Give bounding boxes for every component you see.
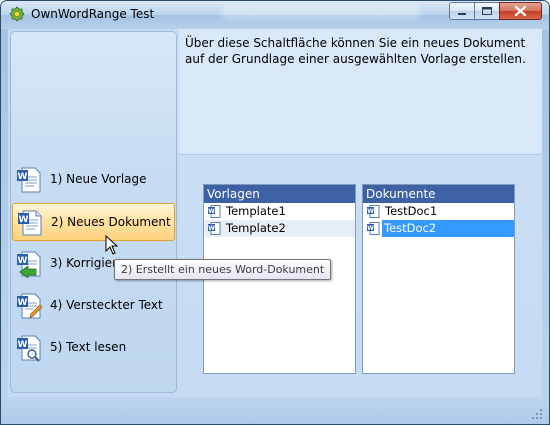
list-item-label: Template2 (226, 221, 286, 235)
close-button[interactable] (499, 2, 542, 20)
description-panel: Über diese Schaltfläche können Sie ein n… (179, 29, 542, 154)
client-area: W 1) Neue Vorlage W 2) Neues Dokument W … (8, 29, 542, 397)
svg-text:W: W (208, 225, 215, 232)
documents-list[interactable]: Dokumente W TestDoc1 W TestDoc2 (362, 184, 515, 374)
word-document-icon: W (17, 167, 41, 193)
templates-header: Vorlagen (204, 185, 355, 203)
window-title: OwnWordRange Test (31, 7, 155, 21)
sidebar-item-label: 5) Text lesen (50, 340, 127, 354)
sidebar-item-versteckter-text[interactable]: W 4) Versteckter Text (12, 287, 175, 325)
sidebar-item-neue-vorlage[interactable]: W 1) Neue Vorlage (12, 161, 175, 199)
svg-text:W: W (18, 340, 28, 350)
minimize-icon (458, 13, 466, 15)
svg-text:W: W (208, 208, 215, 215)
correct-document-icon: W (17, 251, 41, 278)
close-icon (514, 5, 527, 17)
svg-text:W: W (18, 172, 28, 182)
resize-grip-icon[interactable] (531, 408, 543, 420)
svg-text:W: W (367, 208, 374, 215)
status-bar (1, 397, 549, 424)
tooltip: 2) Erstellt ein neues Word-Dokument (114, 259, 332, 280)
description-text: Über diese Schaltfläche können Sie ein n… (185, 36, 526, 66)
list-item-label: TestDoc1 (385, 204, 438, 218)
list-item-selected[interactable]: W TestDoc2 (363, 220, 514, 237)
mouse-cursor-icon (105, 235, 119, 255)
list-item[interactable]: W Template1 (204, 203, 355, 220)
new-document-icon: W (18, 210, 42, 236)
list-item[interactable]: W Template2 (204, 220, 355, 237)
sidebar-item-neues-dokument[interactable]: W 2) Neues Dokument (12, 203, 175, 241)
word-file-icon: W (367, 205, 380, 218)
svg-text:W: W (18, 256, 28, 266)
word-file-icon: W (208, 222, 221, 235)
documents-header: Dokumente (363, 185, 514, 203)
list-item[interactable]: W TestDoc1 (363, 203, 514, 220)
minimize-button[interactable] (449, 2, 475, 20)
svg-text:W: W (19, 215, 29, 225)
read-document-icon: W (17, 335, 41, 362)
maximize-button[interactable] (474, 2, 500, 20)
app-gear-icon (9, 6, 25, 22)
sidebar-item-label: 2) Neues Dokument (51, 215, 171, 229)
list-item-label: Template1 (226, 204, 286, 218)
maximize-icon (482, 7, 492, 15)
sidebar-item-label: 4) Versteckter Text (50, 298, 163, 312)
sidebar-item-label: 1) Neue Vorlage (50, 172, 147, 186)
word-file-icon: W (208, 205, 221, 218)
app-window: OwnWordRange Test W 1) Neue Vorlage W 2)… (0, 0, 550, 425)
title-glow (221, 5, 421, 19)
word-file-icon: W (367, 222, 380, 235)
edit-document-icon: W (17, 293, 42, 319)
sidebar: W 1) Neue Vorlage W 2) Neues Dokument W … (10, 31, 177, 393)
svg-text:W: W (18, 298, 28, 308)
list-item-label: TestDoc2 (382, 220, 514, 237)
sidebar-item-text-lesen[interactable]: W 5) Text lesen (12, 329, 175, 367)
svg-text:W: W (367, 225, 374, 232)
title-bar[interactable]: OwnWordRange Test (1, 1, 549, 29)
